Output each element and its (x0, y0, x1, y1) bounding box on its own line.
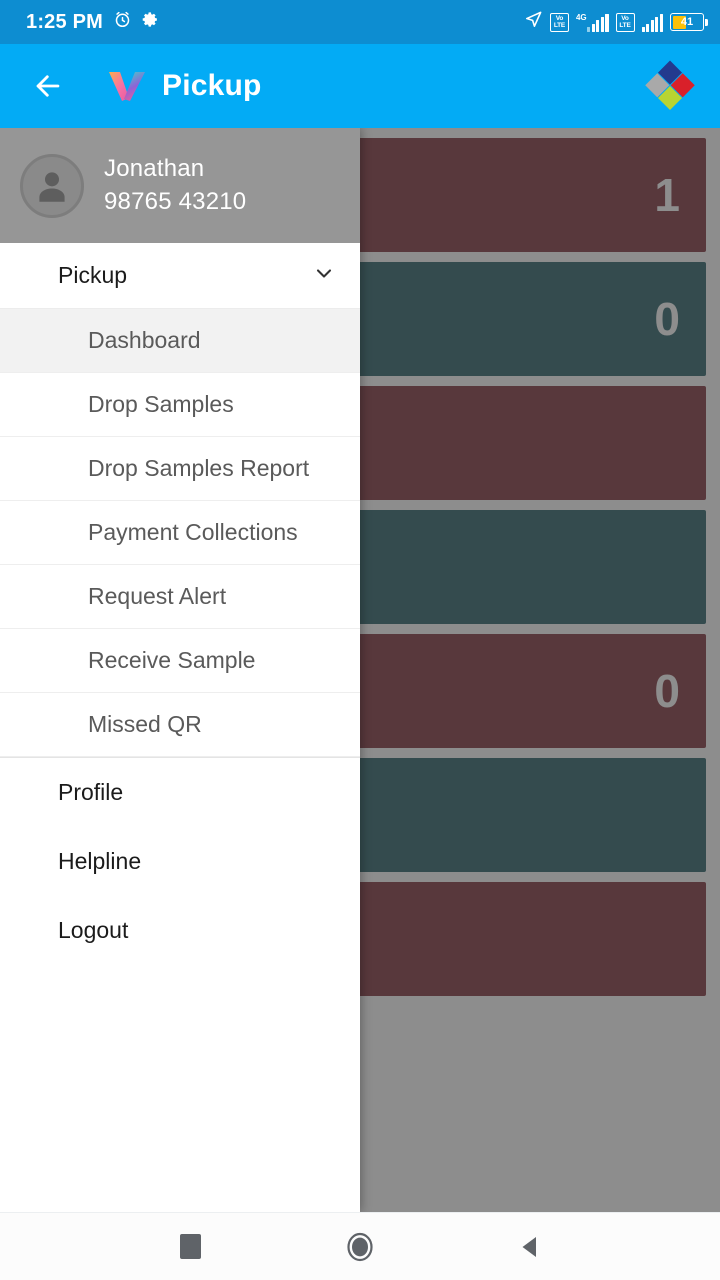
chevron-down-icon (312, 261, 336, 290)
status-bar: 1:25 PM Vo LTE 4G Vo LTE 41 (0, 0, 720, 44)
diamond-brand-logo-icon[interactable] (642, 58, 698, 114)
drawer-item-label: Receive Sample (88, 647, 256, 673)
drawer-item-profile[interactable]: Profile (0, 758, 360, 827)
status-bar-left: 1:25 PM (26, 10, 159, 34)
status-bar-right: Vo LTE 4G Vo LTE 41 (524, 10, 708, 34)
alarm-clock-icon (113, 10, 132, 34)
drawer-item-logout[interactable]: Logout (0, 896, 360, 965)
app-bar: Pickup (0, 44, 720, 128)
drawer-item-label: Drop Samples Report (88, 455, 310, 481)
signal-strength-sim2 (641, 13, 663, 32)
drawer-bottom-item-list: Profile Helpline Logout (0, 758, 360, 965)
drawer-item-label: Logout (58, 917, 129, 943)
home-button[interactable] (330, 1217, 390, 1277)
volte-badge-sim1: Vo LTE (549, 12, 569, 32)
back-button-system[interactable] (500, 1217, 560, 1277)
drawer-item-label: Profile (58, 779, 124, 805)
back-arrow-icon (36, 75, 60, 97)
drawer-item-missed-qr[interactable]: Missed QR (0, 693, 360, 757)
person-avatar-icon (39, 171, 65, 202)
drawer-sub-item-list: Dashboard Drop Samples Drop Samples Report… (0, 309, 360, 757)
status-clock: 1:25 PM (26, 10, 103, 33)
volte-badge-sim2: Vo LTE (615, 12, 635, 32)
drawer-item-drop-samples[interactable]: Drop Samples (0, 373, 360, 437)
drawer-group-pickup[interactable]: Pickup (0, 243, 360, 309)
network-type-label-sim1: 4G (575, 12, 587, 22)
battery-percent-label: 41 (680, 16, 694, 28)
back-triangle-icon (522, 1236, 536, 1257)
user-name: Jonathan (104, 155, 205, 182)
app-title: Pickup (162, 69, 262, 102)
system-navigation-bar (0, 1212, 720, 1280)
user-phone: 98765 43210 (104, 188, 247, 215)
drawer-item-request-alert[interactable]: Request Alert (0, 565, 360, 629)
drawer-item-label: Drop Samples (88, 391, 234, 417)
drawer-item-helpline[interactable]: Helpline (0, 827, 360, 896)
navigation-drawer: Jonathan 98765 43210 Pickup Dashboard Dro… (0, 128, 360, 1212)
recents-square-icon (179, 1234, 201, 1259)
drawer-item-dashboard[interactable]: Dashboard (0, 309, 360, 373)
back-button[interactable] (26, 64, 70, 108)
drawer-item-receive-sample[interactable]: Receive Sample (0, 629, 360, 693)
drawer-item-payment-collections[interactable]: Payment Collections (0, 501, 360, 565)
home-circle-icon (347, 1232, 373, 1261)
pickup-heart-logo-icon (104, 67, 150, 105)
drawer-user-header[interactable]: Jonathan 98765 43210 (0, 128, 360, 243)
drawer-item-label: Missed QR (88, 711, 202, 737)
drawer-item-label: Dashboard (88, 327, 201, 353)
phone-screen: 1:25 PM Vo LTE 4G Vo LTE 41 Pickup Jonat… (0, 0, 720, 1280)
drawer-item-label: Request Alert (88, 583, 227, 609)
recents-button[interactable] (160, 1217, 220, 1277)
battery-icon: 41 (670, 13, 708, 31)
navigation-arrow-icon (524, 10, 543, 34)
avatar (20, 153, 84, 218)
drawer-item-label: Payment Collections (88, 519, 298, 545)
gear-icon (142, 11, 159, 33)
drawer-item-label: Helpline (58, 848, 142, 874)
drawer-item-drop-samples-report[interactable]: Drop Samples Report (0, 437, 360, 501)
user-info: Jonathan 98765 43210 (104, 153, 246, 218)
signal-strength-sim1: 4G (576, 13, 609, 32)
drawer-group-label: Pickup (58, 262, 128, 288)
